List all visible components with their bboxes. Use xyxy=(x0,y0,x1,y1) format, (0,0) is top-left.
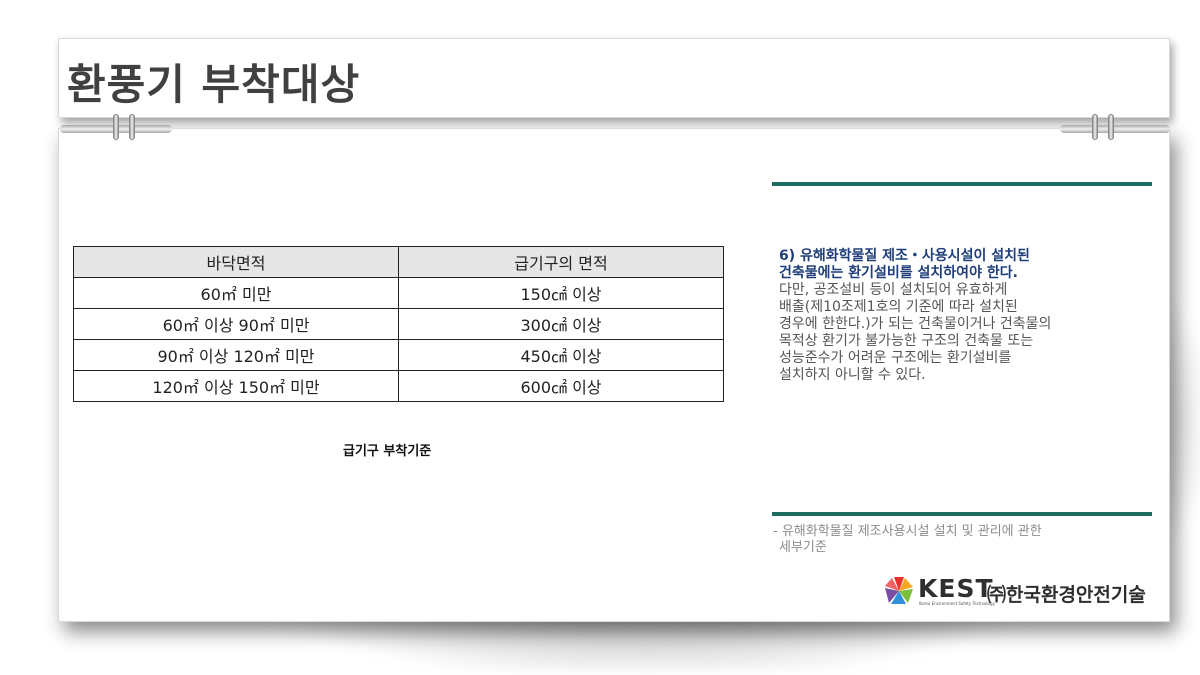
table-cell: 300㎠ 이상 xyxy=(398,308,724,340)
description-body-line: 배출(제10조제1호의 기준에 따라 설치된 xyxy=(779,299,1018,315)
table-cell: 60㎡ 이상 90㎡ 미만 xyxy=(73,308,399,340)
kest-logo-icon xyxy=(885,577,913,604)
company-logo: KEST Korea Environment Safety Technology… xyxy=(884,574,1154,608)
page-title: 환풍기 부착대상 xyxy=(67,60,361,109)
table-row: 120㎡ 이상 150㎡ 미만 600㎠ 이상 xyxy=(73,370,724,402)
header-floor-area: 바닥면적 xyxy=(73,246,399,278)
table-row: 60㎡ 이상 90㎡ 미만 300㎠ 이상 xyxy=(73,308,724,340)
binder-ring-left-1 xyxy=(113,114,119,140)
title-card: 환풍기 부착대상 xyxy=(58,38,1170,118)
logo-brand: KEST xyxy=(918,574,994,603)
binder-ring-right-1 xyxy=(1092,114,1098,140)
description-highlight-line: 6) 유해화학물질 제조・사용시설이 설치된 xyxy=(779,248,1030,264)
table-row: 60㎡ 미만 150㎠ 이상 xyxy=(73,277,724,309)
table-cell: 450㎠ 이상 xyxy=(398,339,724,371)
description-body-line: 다만, 공조설비 등이 설치되어 유효하게 xyxy=(779,282,1008,298)
source-line: 세부기준 xyxy=(779,540,827,555)
binder-ring-right-2 xyxy=(1108,114,1114,140)
binder-bar-right xyxy=(1060,125,1170,133)
logo-company-name: ㈜한국환경안전기술 xyxy=(987,584,1146,606)
description-body-line: 목적상 환기가 불가능한 구조의 건축물 또는 xyxy=(779,333,1034,349)
divider-bottom xyxy=(772,512,1152,516)
table-row: 90㎡ 이상 120㎡ 미만 450㎠ 이상 xyxy=(73,339,724,371)
description-block: 6) 유해화학물질 제조・사용시설이 설치된 건축물에는 환기설비를 설치하여야… xyxy=(779,248,1139,384)
table-caption: 급기구 부착기준 xyxy=(343,444,432,459)
divider-top xyxy=(772,182,1152,186)
header-inlet-area: 급기구의 면적 xyxy=(398,246,724,278)
table-cell: 60㎡ 미만 xyxy=(73,277,399,309)
area-table: 바닥면적 급기구의 면적 60㎡ 미만 150㎠ 이상 60㎡ 이상 90㎡ 미… xyxy=(73,246,724,402)
description-body-line: 경우에 한한다.)가 되는 건축물이거나 건축물의 xyxy=(779,316,1052,332)
table-cell: 120㎡ 이상 150㎡ 미만 xyxy=(73,370,399,402)
logo-subtitle: Korea Environment Safety Technology xyxy=(919,601,995,606)
table-cell: 90㎡ 이상 120㎡ 미만 xyxy=(73,339,399,371)
table-cell: 600㎠ 이상 xyxy=(398,370,724,402)
table-cell: 150㎠ 이상 xyxy=(398,277,724,309)
description-body-line: 설치하지 아니할 수 있다. xyxy=(779,367,926,383)
binder-ring-left-2 xyxy=(129,114,135,140)
table-header-row: 바닥면적 급기구의 면적 xyxy=(73,246,724,278)
area-table-container: 바닥면적 급기구의 면적 60㎡ 미만 150㎠ 이상 60㎡ 이상 90㎡ 미… xyxy=(73,246,724,402)
source-note: - 유해화학물질 제조사용시설 설치 및 관리에 관한 세부기준 xyxy=(773,524,1133,556)
source-line: - 유해화학물질 제조사용시설 설치 및 관리에 관한 xyxy=(773,524,1042,539)
description-body-line: 성능준수가 어려운 구조에는 환기설비를 xyxy=(779,350,1012,366)
description-highlight-line: 건축물에는 환기설비를 설치하여야 한다. xyxy=(779,265,1018,281)
